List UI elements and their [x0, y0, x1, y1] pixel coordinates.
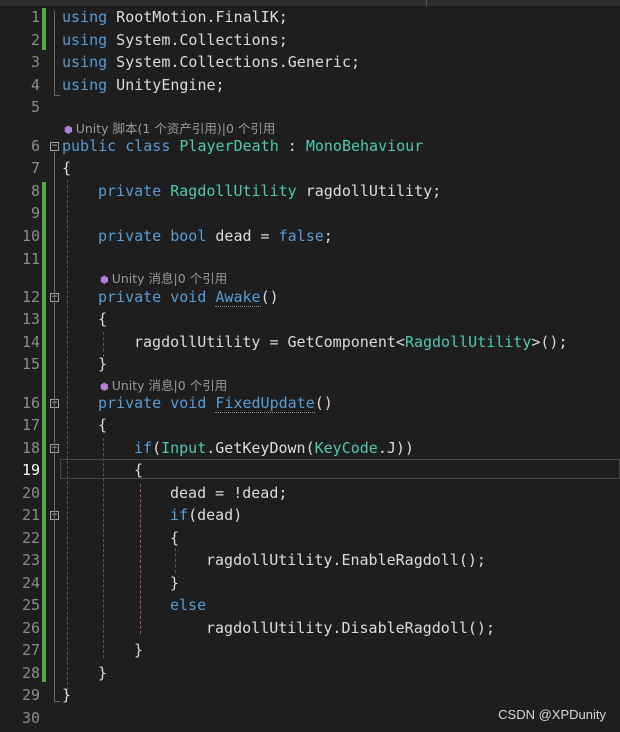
line-number: 6 [30, 137, 40, 155]
code-line-27: } [134, 641, 144, 659]
line-number: 15 [21, 355, 40, 373]
line-number: 5 [30, 98, 40, 116]
code-line-17: { [98, 416, 108, 434]
line-number: 10 [21, 227, 40, 245]
line-number: 16 [21, 394, 40, 412]
change-indicator [42, 8, 46, 50]
code-line-6: public class PlayerDeath : MonoBehaviour [62, 137, 424, 155]
line-number: 20 [21, 484, 40, 502]
line-number-current: 19 [21, 461, 40, 479]
code-line-24: } [170, 574, 180, 592]
code-line-22: { [170, 529, 180, 547]
indent-guide [140, 484, 141, 634]
code-line-1: using RootMotion.FinalIK; [62, 8, 288, 26]
unity-cube-icon: ⬢ [100, 382, 109, 393]
line-number: 26 [21, 619, 40, 637]
indent-guide [103, 332, 104, 357]
collapse-toggle[interactable]: − [50, 142, 59, 151]
code-line-4: using UnityEngine; [62, 76, 225, 94]
line-number: 24 [21, 574, 40, 592]
code-line-18: if(Input.GetKeyDown(KeyCode.J)) [134, 439, 414, 457]
line-number: 22 [21, 529, 40, 547]
code-line-14: ragdollUtility = GetComponent<RagdollUti… [134, 333, 568, 351]
line-number: 9 [30, 204, 40, 222]
code-line-28: } [98, 664, 108, 682]
code-line-23: ragdollUtility.EnableRagdoll(); [206, 551, 486, 569]
line-number: 12 [21, 288, 40, 306]
code-line-10: private bool dead = false; [98, 227, 333, 245]
line-number: 11 [21, 250, 40, 268]
codelens-awake-references[interactable]: ⬢ Unity 消息|0 个引用 [100, 268, 227, 287]
fold-guide-end [54, 701, 60, 702]
line-number: 13 [21, 310, 40, 328]
code-line-29: } [62, 686, 72, 704]
indent-guide [67, 180, 68, 695]
line-number: 14 [21, 333, 40, 351]
code-line-3: using System.Collections.Generic; [62, 53, 361, 71]
indent-guide [175, 548, 176, 573]
fold-guide [54, 152, 55, 701]
code-line-19: { [134, 461, 144, 479]
unity-cube-icon: ⬢ [100, 275, 109, 286]
line-number: 4 [30, 76, 40, 94]
code-line-13: { [98, 310, 108, 328]
line-number: 2 [30, 31, 40, 49]
line-number: 29 [21, 686, 40, 704]
line-number: 8 [30, 182, 40, 200]
code-line-15: } [98, 355, 108, 373]
line-number: 28 [21, 664, 40, 682]
line-number: 18 [21, 439, 40, 457]
tab-separator [426, 0, 427, 6]
line-number: 1 [30, 8, 40, 26]
line-number: 21 [21, 506, 40, 524]
line-number: 7 [30, 159, 40, 177]
codelens-class-references[interactable]: ⬢ Unity 脚本(1 个资产引用)|0 个引用 [64, 118, 275, 137]
code-line-20: dead = !dead; [170, 484, 288, 502]
line-number: 3 [30, 53, 40, 71]
fold-guide [54, 11, 55, 95]
line-number: 30 [21, 709, 40, 727]
code-line-12: private void Awake() [98, 288, 279, 307]
codelens-fixedupdate-references[interactable]: ⬢ Unity 消息|0 个引用 [100, 375, 227, 394]
code-line-2: using System.Collections; [62, 31, 288, 49]
code-line-26: ragdollUtility.DisableRagdoll(); [206, 619, 495, 637]
code-line-16: private void FixedUpdate() [98, 394, 333, 413]
code-line-7: { [62, 159, 72, 177]
code-line-21: if(dead) [170, 506, 243, 524]
editor-tab-strip [0, 0, 620, 6]
line-number: 27 [21, 641, 40, 659]
code-line-8: private RagdollUtility ragdollUtility; [98, 182, 442, 200]
line-number: 17 [21, 416, 40, 434]
line-number: 23 [21, 551, 40, 569]
change-indicator [42, 182, 46, 682]
fold-guide-end [54, 95, 60, 96]
line-number: 25 [21, 596, 40, 614]
watermark: CSDN @XPDunity [498, 707, 606, 722]
unity-cube-icon: ⬢ [64, 125, 73, 136]
current-line-highlight [60, 459, 620, 479]
code-line-25: else [170, 596, 207, 614]
